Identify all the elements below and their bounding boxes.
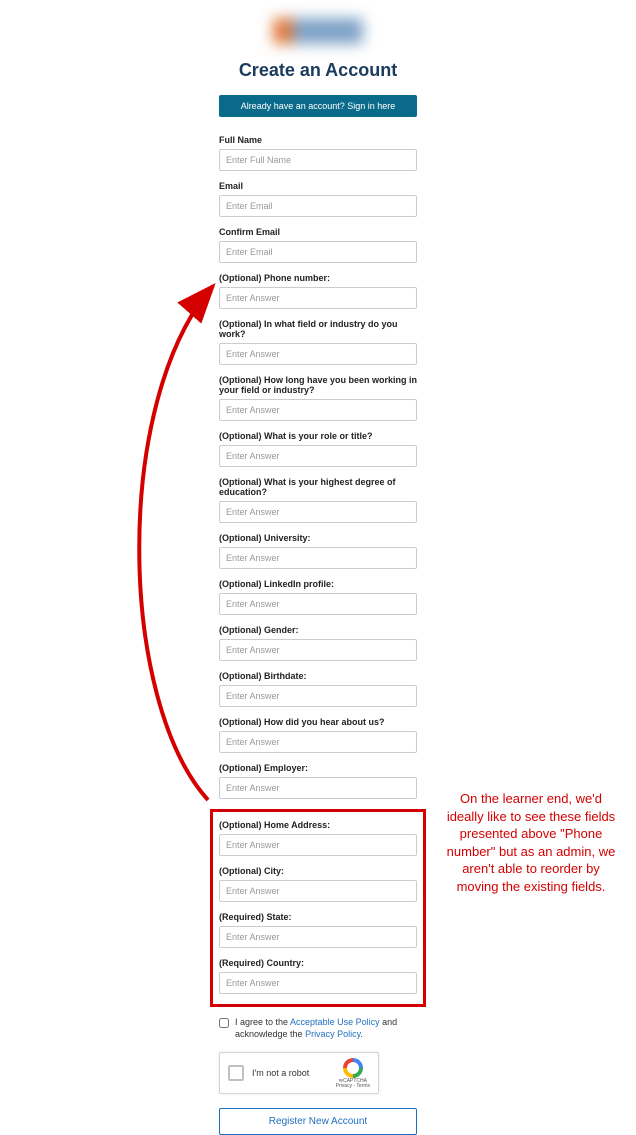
- annotation-text: On the learner end, we'd ideally like to…: [446, 790, 616, 895]
- full-name-input[interactable]: [219, 149, 417, 171]
- role-input[interactable]: [219, 445, 417, 467]
- signin-button[interactable]: Already have an account? Sign in here: [219, 95, 417, 117]
- recaptcha-widget[interactable]: I'm not a robot reCAPTCHA Privacy - Term…: [219, 1052, 379, 1094]
- recaptcha-checkbox[interactable]: [228, 1065, 244, 1081]
- recaptcha-label: I'm not a robot: [252, 1068, 328, 1078]
- confirm-email-label: Confirm Email: [219, 227, 417, 237]
- email-label: Email: [219, 181, 417, 191]
- consent-checkbox[interactable]: [219, 1018, 229, 1028]
- full-name-label: Full Name: [219, 135, 417, 145]
- role-label: (Optional) What is your role or title?: [219, 431, 417, 441]
- country-label: (Required) Country:: [219, 958, 417, 968]
- consent-text: I agree to the Acceptable Use Policy and…: [235, 1017, 417, 1040]
- phone-input[interactable]: [219, 287, 417, 309]
- employer-input[interactable]: [219, 777, 417, 799]
- phone-label: (Optional) Phone number:: [219, 273, 417, 283]
- state-label: (Required) State:: [219, 912, 417, 922]
- recaptcha-icon: [343, 1058, 363, 1078]
- hear-label: (Optional) How did you hear about us?: [219, 717, 417, 727]
- aup-link[interactable]: Acceptable Use Policy: [290, 1017, 380, 1027]
- register-button[interactable]: Register New Account: [219, 1108, 417, 1135]
- signup-form: Already have an account? Sign in here Fu…: [219, 95, 417, 1135]
- country-input[interactable]: [219, 972, 417, 994]
- brand-logo: [273, 18, 363, 44]
- university-label: (Optional) University:: [219, 533, 417, 543]
- birthdate-input[interactable]: [219, 685, 417, 707]
- city-label: (Optional) City:: [219, 866, 417, 876]
- hear-input[interactable]: [219, 731, 417, 753]
- page-title: Create an Account: [0, 60, 636, 81]
- linkedin-input[interactable]: [219, 593, 417, 615]
- email-input[interactable]: [219, 195, 417, 217]
- state-input[interactable]: [219, 926, 417, 948]
- recaptcha-terms: Privacy - Terms: [336, 1084, 370, 1089]
- home-address-input[interactable]: [219, 834, 417, 856]
- city-input[interactable]: [219, 880, 417, 902]
- highlighted-fields-box: (Optional) Home Address: (Optional) City…: [210, 809, 426, 1007]
- field-industry-label: (Optional) In what field or industry do …: [219, 319, 417, 339]
- field-industry-input[interactable]: [219, 343, 417, 365]
- birthdate-label: (Optional) Birthdate:: [219, 671, 417, 681]
- tenure-label: (Optional) How long have you been workin…: [219, 375, 417, 395]
- gender-input[interactable]: [219, 639, 417, 661]
- education-label: (Optional) What is your highest degree o…: [219, 477, 417, 497]
- confirm-email-input[interactable]: [219, 241, 417, 263]
- privacy-link[interactable]: Privacy Policy: [305, 1029, 360, 1039]
- linkedin-label: (Optional) LinkedIn profile:: [219, 579, 417, 589]
- consent-row: I agree to the Acceptable Use Policy and…: [219, 1017, 417, 1040]
- tenure-input[interactable]: [219, 399, 417, 421]
- home-address-label: (Optional) Home Address:: [219, 820, 417, 830]
- education-input[interactable]: [219, 501, 417, 523]
- gender-label: (Optional) Gender:: [219, 625, 417, 635]
- university-input[interactable]: [219, 547, 417, 569]
- recaptcha-badge: reCAPTCHA Privacy - Terms: [336, 1058, 370, 1089]
- employer-label: (Optional) Employer:: [219, 763, 417, 773]
